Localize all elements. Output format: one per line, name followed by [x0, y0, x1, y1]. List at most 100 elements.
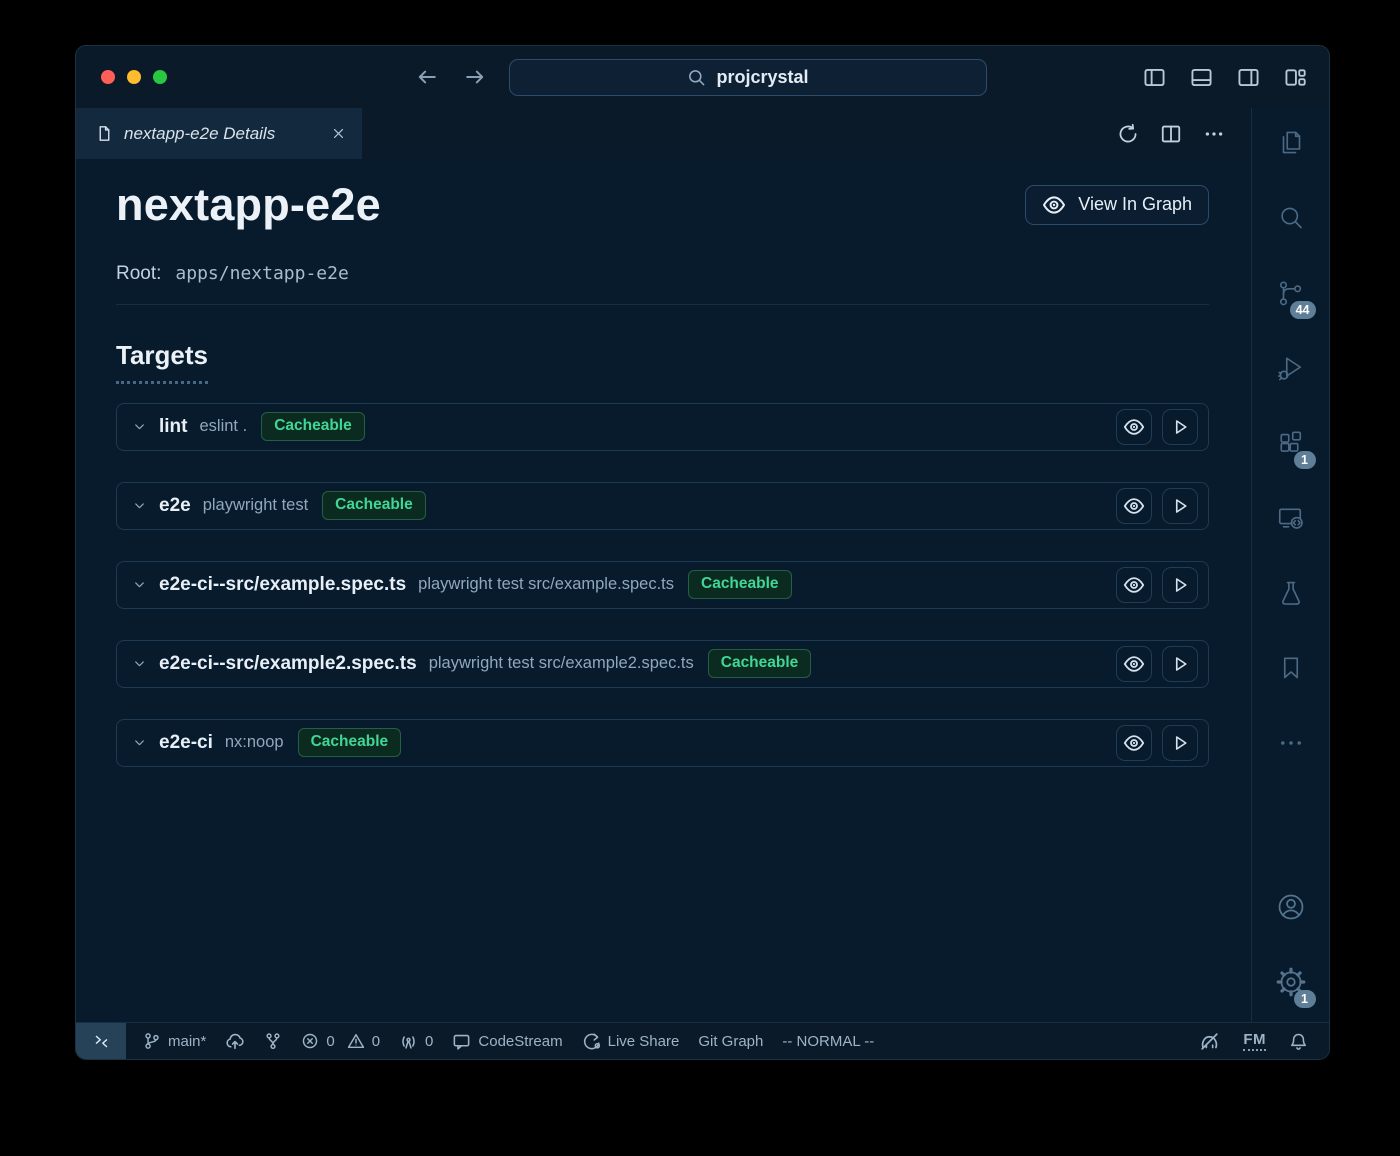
sidebar-item-search[interactable]: [1267, 195, 1315, 241]
toggle-primary-sidebar-icon[interactable]: [1143, 66, 1166, 89]
root-label: Root:: [116, 263, 161, 285]
targets-list: lint eslint . Cacheable e2e playwright t…: [116, 403, 1209, 767]
sidebar-item-bookmarks[interactable]: [1267, 645, 1315, 691]
error-icon: [301, 1032, 319, 1050]
target-command: playwright test: [203, 496, 308, 515]
sidebar-item-explorer[interactable]: [1267, 120, 1315, 166]
codestream-item[interactable]: CodeStream: [452, 1032, 562, 1051]
view-target-button[interactable]: [1116, 725, 1152, 761]
ports-item[interactable]: 0: [399, 1032, 433, 1051]
cacheable-badge: Cacheable: [688, 570, 792, 599]
live-share-item[interactable]: Live Share: [582, 1032, 680, 1051]
problems-item[interactable]: 0 0: [301, 1032, 380, 1050]
search-icon: [1276, 203, 1306, 233]
target-row-lint: lint eslint . Cacheable: [116, 403, 1209, 451]
broadcast-tower-icon: [399, 1032, 418, 1051]
chevron-down-icon[interactable]: [132, 577, 147, 592]
sidebar-item-run-debug[interactable]: [1267, 345, 1315, 391]
git-graph-item[interactable]: Git Graph: [698, 1033, 763, 1050]
ports-count: 0: [425, 1033, 433, 1050]
cacheable-badge: Cacheable: [298, 728, 402, 757]
toggle-panel-icon[interactable]: [1190, 66, 1213, 89]
targets-heading: Targets: [116, 340, 208, 384]
chevron-down-icon[interactable]: [132, 498, 147, 513]
tab-nextapp-e2e-details[interactable]: nextapp-e2e Details: [76, 108, 362, 159]
codestream-icon: [452, 1032, 471, 1051]
codestream-label: CodeStream: [478, 1033, 562, 1050]
chevron-down-icon[interactable]: [132, 656, 147, 671]
target-name: e2e-ci: [159, 732, 213, 754]
notifications-bell-icon[interactable]: [1289, 1032, 1308, 1051]
forward-arrow-icon[interactable]: [463, 65, 487, 89]
target-command: nx:noop: [225, 733, 284, 752]
target-command: playwright test src/example2.spec.ts: [429, 654, 694, 673]
search-icon: [687, 68, 706, 87]
command-center-search[interactable]: projcrystal: [509, 59, 987, 96]
zoom-window-button[interactable]: [153, 70, 167, 84]
refresh-icon[interactable]: [1117, 123, 1139, 145]
sidebar-item-testing[interactable]: [1267, 570, 1315, 616]
run-target-button[interactable]: [1162, 567, 1198, 603]
tab-title: nextapp-e2e Details: [124, 124, 275, 144]
view-target-button[interactable]: [1116, 488, 1152, 524]
root-line: Root: apps/nextapp-e2e: [116, 263, 1209, 305]
git-branch-item[interactable]: main*: [143, 1032, 206, 1050]
fm-indicator[interactable]: FM: [1243, 1031, 1266, 1051]
view-in-graph-button[interactable]: View In Graph: [1025, 185, 1209, 225]
branch-name: main*: [168, 1033, 206, 1050]
chevron-down-icon[interactable]: [132, 419, 147, 434]
beaker-icon: [1276, 578, 1306, 608]
chevron-down-icon[interactable]: [132, 735, 147, 750]
project-details-view: nextapp-e2e View In Graph Root: apps/nex…: [76, 159, 1251, 1022]
view-target-button[interactable]: [1116, 646, 1152, 682]
git-fork-item[interactable]: [264, 1032, 282, 1050]
view-target-button[interactable]: [1116, 567, 1152, 603]
sync-changes-item[interactable]: [225, 1031, 245, 1051]
source-control-badge: 44: [1290, 301, 1316, 320]
vscode-window: projcrystal: [75, 45, 1330, 1060]
page-title: nextapp-e2e: [116, 180, 381, 230]
files-icon: [1276, 128, 1306, 158]
run-target-button[interactable]: [1162, 646, 1198, 682]
titlebar: projcrystal: [76, 46, 1329, 108]
warning-icon: [347, 1032, 365, 1050]
live-share-icon: [582, 1032, 601, 1051]
more-actions-icon[interactable]: [1203, 123, 1225, 145]
eye-icon: [1042, 193, 1066, 217]
run-target-button[interactable]: [1162, 409, 1198, 445]
remote-indicator[interactable]: [76, 1023, 126, 1059]
additional-views-button[interactable]: [1267, 720, 1315, 766]
target-command: playwright test src/example.spec.ts: [418, 575, 674, 594]
copilot-disabled-icon[interactable]: [1199, 1031, 1220, 1052]
toggle-secondary-sidebar-icon[interactable]: [1237, 66, 1260, 89]
sidebar-item-source-control[interactable]: 44: [1267, 270, 1315, 316]
cacheable-badge: Cacheable: [261, 412, 365, 441]
warning-count: 0: [372, 1033, 380, 1050]
sidebar-item-extensions[interactable]: 1: [1267, 420, 1315, 466]
accounts-button[interactable]: [1267, 884, 1315, 930]
split-editor-icon[interactable]: [1160, 123, 1182, 145]
run-target-button[interactable]: [1162, 488, 1198, 524]
bookmark-icon: [1276, 653, 1306, 683]
git-fork-icon: [264, 1032, 282, 1050]
target-row-e2e: e2e playwright test Cacheable: [116, 482, 1209, 530]
back-arrow-icon[interactable]: [415, 65, 439, 89]
close-tab-icon[interactable]: [331, 126, 346, 141]
target-name: e2e-ci--src/example.spec.ts: [159, 574, 406, 596]
run-target-button[interactable]: [1162, 725, 1198, 761]
view-target-button[interactable]: [1116, 409, 1152, 445]
settings-button[interactable]: 1: [1267, 959, 1315, 1005]
target-row-e2e-ci-example: e2e-ci--src/example.spec.ts playwright t…: [116, 561, 1209, 609]
activity-bar: 44 1: [1251, 108, 1329, 1022]
vim-mode-item[interactable]: -- NORMAL --: [782, 1033, 874, 1050]
view-in-graph-label: View In Graph: [1078, 194, 1192, 215]
minimize-window-button[interactable]: [127, 70, 141, 84]
settings-badge: 1: [1294, 990, 1316, 1009]
run-debug-icon: [1276, 353, 1306, 383]
close-window-button[interactable]: [101, 70, 115, 84]
cacheable-badge: Cacheable: [708, 649, 812, 678]
target-row-e2e-ci: e2e-ci nx:noop Cacheable: [116, 719, 1209, 767]
sidebar-item-remote-explorer[interactable]: [1267, 495, 1315, 541]
customize-layout-icon[interactable]: [1284, 66, 1307, 89]
error-count: 0: [326, 1033, 334, 1050]
